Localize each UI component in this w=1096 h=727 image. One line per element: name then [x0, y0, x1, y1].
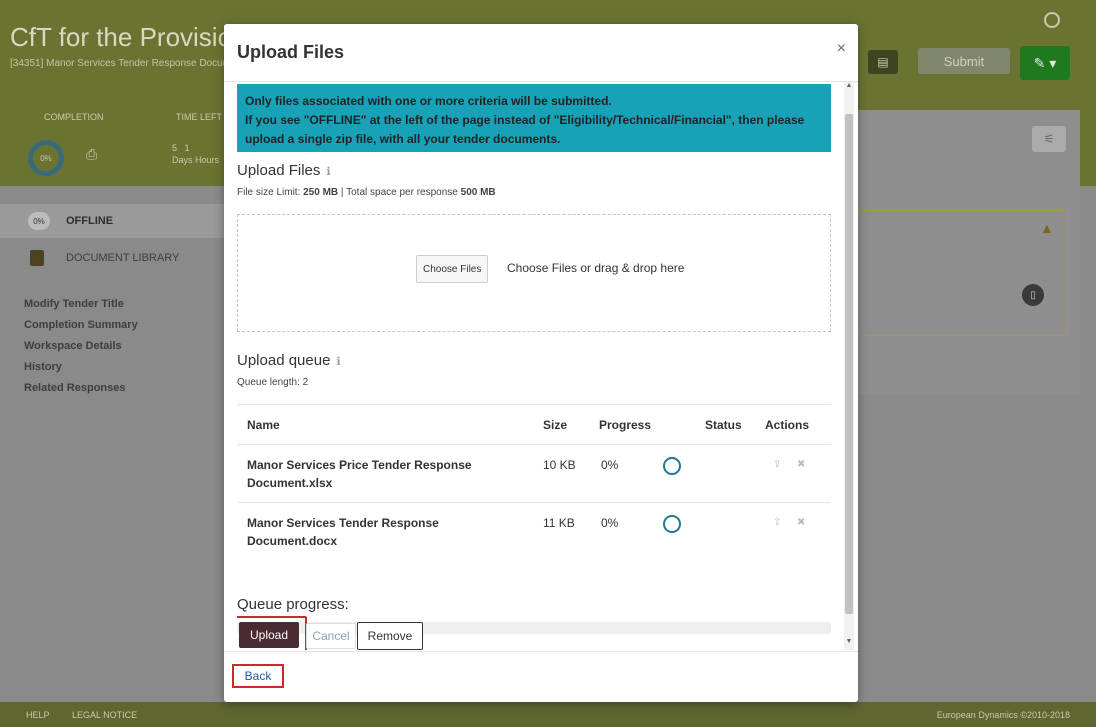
table-row-file-size: 11 KB — [543, 516, 575, 530]
table-row-file-size: 10 KB — [543, 458, 576, 472]
contact-card-icon[interactable]: ▤ — [868, 50, 898, 74]
offline-badge: 0% — [28, 212, 50, 230]
progress-ring-icon — [663, 457, 681, 475]
table-row-progress: 0% — [601, 458, 619, 472]
sidebar-link-completion-summary[interactable]: Completion Summary — [24, 315, 138, 336]
info-icon[interactable]: ℹ — [326, 166, 330, 178]
file-size-limit: File size Limit: 250 MB | Total space pe… — [237, 187, 496, 198]
page-subtitle: [34351] Manor Services Tender Response D… — [10, 58, 245, 69]
col-header-name: Name — [247, 418, 280, 432]
banner-line: upload a single zip file, with all your … — [245, 132, 561, 146]
modal-divider — [224, 651, 858, 652]
footer: HELP LEGAL NOTICE European Dynamics ©201… — [0, 702, 1096, 727]
drop-zone-text: Choose Files or drag & drop here — [507, 261, 685, 275]
banner-line: Only files associated with one or more c… — [245, 94, 612, 108]
table-row-file-name: Manor Services Tender Response Document.… — [247, 516, 439, 548]
upload-button[interactable]: Upload — [239, 622, 299, 648]
sidebar-link-related-responses[interactable]: Related Responses — [24, 378, 138, 399]
time-left-counter: 5 1 Days Hours — [172, 142, 219, 166]
upload-section-title-text: Upload Files — [237, 162, 321, 179]
choose-files-button[interactable]: Choose Files — [416, 255, 489, 283]
table-divider — [237, 444, 831, 445]
completion-label: COMPLETION — [44, 112, 104, 122]
time-left-label: TIME LEFT — [176, 112, 223, 122]
sidebar-item-document-library[interactable]: DOCUMENT LIBRARY — [66, 252, 179, 264]
sidebar-links: Modify Tender Title Completion Summary W… — [24, 294, 138, 399]
days-value: 5 — [172, 143, 178, 153]
info-banner: Only files associated with one or more c… — [237, 84, 831, 152]
back-link[interactable]: Back — [232, 664, 284, 688]
limit-value: 250 MB — [303, 187, 339, 198]
upload-icon[interactable]: ⇪ — [773, 517, 781, 528]
days-label: Days — [172, 155, 193, 165]
scroll-up-arrow[interactable]: ▲ — [844, 82, 854, 92]
sidebar-link-modify-title[interactable]: Modify Tender Title — [24, 294, 138, 315]
close-icon[interactable]: × — [837, 40, 846, 58]
book-icon — [30, 250, 44, 266]
sidebar-link-workspace-details[interactable]: Workspace Details — [24, 336, 138, 357]
progress-ring-icon — [663, 515, 681, 533]
hours-value: 1 — [184, 143, 190, 153]
limit-mid: | Total space per response — [338, 187, 461, 198]
remove-icon[interactable]: ✖ — [797, 459, 805, 470]
upload-icon[interactable]: ⇪ — [773, 459, 781, 470]
criteria-box — [854, 210, 1068, 336]
cancel-button[interactable]: Cancel — [306, 623, 356, 649]
footer-help-link[interactable]: HELP — [26, 710, 50, 720]
modal-title: Upload Files — [237, 42, 345, 62]
info-icon[interactable]: ℹ — [336, 356, 340, 368]
edit-icon[interactable]: ✎ ▾ — [1020, 46, 1070, 80]
drop-zone[interactable]: Choose Files Choose Files or drag & drop… — [237, 214, 831, 332]
upload-files-modal: Upload Files × Only files associated wit… — [224, 24, 858, 702]
limit-total: 500 MB — [460, 187, 496, 198]
scroll-down-arrow[interactable]: ▼ — [844, 638, 854, 648]
banner-line: If you see "OFFLINE" at the left of the … — [245, 113, 805, 127]
queue-length: Queue length: 2 — [237, 377, 309, 388]
warning-icon: ▲ — [1040, 220, 1054, 236]
footer-copyright: European Dynamics ©2010-2018 — [936, 710, 1070, 720]
completion-pct: 0% — [40, 153, 52, 163]
table-divider — [237, 404, 831, 405]
sidebar-link-history[interactable]: History — [24, 357, 138, 378]
table-divider — [237, 502, 831, 503]
modal-body: Only files associated with one or more c… — [237, 82, 831, 650]
offline-label: OFFLINE — [66, 215, 114, 227]
remove-button[interactable]: Remove — [357, 622, 423, 650]
document-icon[interactable]: ▯ — [1022, 284, 1044, 306]
table-row-file-name: Manor Services Price Tender Response Doc… — [247, 458, 472, 490]
filter-icon[interactable]: ⚟ — [1032, 126, 1066, 152]
col-header-actions: Actions — [765, 418, 810, 432]
print-icon[interactable]: ⎙ — [86, 146, 100, 162]
col-header-status: Status — [705, 418, 742, 432]
completion-ring: 0% — [28, 140, 64, 176]
hours-label: Hours — [195, 155, 220, 165]
footer-legal-link[interactable]: LEGAL NOTICE — [72, 710, 137, 720]
col-header-size: Size — [543, 418, 568, 432]
submit-button[interactable]: Submit — [918, 48, 1010, 74]
remove-icon[interactable]: ✖ — [797, 517, 805, 528]
queue-section-title: Upload queue ℹ — [237, 352, 341, 369]
queue-title-text: Upload queue — [237, 352, 331, 369]
limit-prefix: File size Limit: — [237, 187, 304, 198]
queue-progress-label: Queue progress: — [237, 596, 349, 613]
upload-section-title: Upload Files ℹ — [237, 162, 331, 179]
page-title: CfT for the Provision — [10, 22, 247, 52]
user-icon[interactable] — [1044, 12, 1060, 28]
col-header-progress: Progress — [599, 418, 652, 432]
scrollbar-thumb[interactable] — [845, 114, 853, 614]
table-row-progress: 0% — [601, 516, 619, 530]
